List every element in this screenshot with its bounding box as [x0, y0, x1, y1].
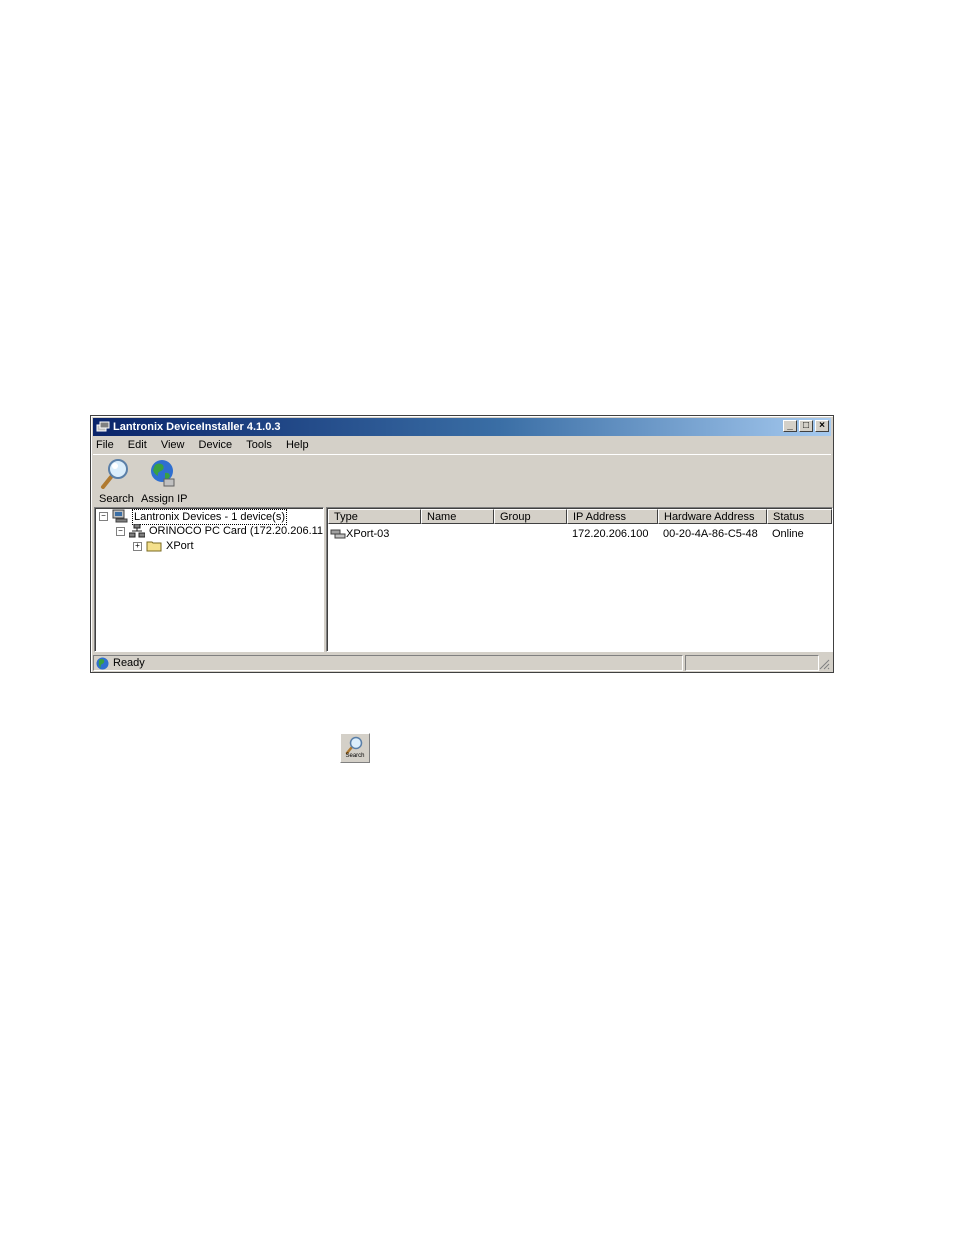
status-panel-main: Ready: [93, 655, 683, 671]
menu-bar: File Edit View Device Tools Help: [95, 437, 319, 453]
close-button[interactable]: ×: [815, 420, 829, 432]
cell-type: XPort-03: [346, 528, 390, 540]
device-installer-window: Lantronix DeviceInstaller 4.1.0.3 _ □ × …: [90, 415, 834, 673]
menu-view[interactable]: View: [160, 439, 186, 451]
search-button-sample-label: Search: [345, 753, 365, 759]
menu-edit[interactable]: Edit: [127, 439, 148, 451]
table-row[interactable]: XPort-03 172.20.206.100 00-20-4A-86-C5-4…: [328, 526, 831, 542]
assign-ip-button[interactable]: Assign IP: [141, 457, 188, 505]
globe-icon: [96, 657, 109, 670]
collapse-icon[interactable]: −: [99, 512, 108, 521]
maximize-button[interactable]: □: [799, 420, 813, 432]
window-title: Lantronix DeviceInstaller 4.1.0.3: [113, 421, 281, 433]
device-tree: − Lantronix Devices - 1 device(s) − ORIN…: [94, 507, 324, 652]
tree-adapter-label: ORINOCO PC Card (172.20.206.110): [149, 525, 324, 537]
network-device-icon: [96, 421, 110, 432]
cell-status: Online: [772, 528, 804, 540]
menu-file[interactable]: File: [95, 439, 115, 451]
status-panel-secondary: [685, 655, 819, 671]
column-status[interactable]: Status: [767, 509, 832, 524]
maximize-icon: □: [802, 420, 810, 431]
status-text: Ready: [113, 657, 145, 669]
device-list: Type Name Group IP Address Hardware Addr…: [326, 507, 833, 652]
tree-folder-label: XPort: [166, 540, 194, 552]
column-name[interactable]: Name: [421, 509, 494, 524]
search-toolbar-button-sample[interactable]: Search: [340, 733, 370, 763]
caption-buttons: _ □ ×: [781, 420, 829, 434]
menu-device[interactable]: Device: [198, 439, 234, 451]
folder-icon: [146, 541, 162, 552]
minimize-icon: _: [787, 420, 793, 431]
globe-icon: [151, 460, 175, 487]
device-icon: [330, 529, 346, 539]
resize-grip-icon[interactable]: [818, 658, 830, 670]
column-ip-address[interactable]: IP Address: [567, 509, 658, 524]
menu-help[interactable]: Help: [285, 439, 310, 451]
cell-ip-address: 172.20.206.100: [572, 528, 649, 540]
tree-root-label: Lantronix Devices - 1 device(s): [132, 509, 288, 525]
column-type[interactable]: Type: [328, 509, 421, 524]
expand-icon[interactable]: +: [133, 542, 142, 551]
collapse-icon[interactable]: −: [116, 527, 125, 536]
column-hardware-address[interactable]: Hardware Address: [658, 509, 767, 524]
search-button-label: Search: [99, 493, 134, 505]
minimize-button[interactable]: _: [783, 420, 797, 432]
assign-ip-button-label: Assign IP: [141, 493, 188, 505]
close-icon: ×: [819, 420, 825, 431]
computer-icon: [112, 509, 128, 523]
column-group[interactable]: Group: [494, 509, 567, 524]
menu-tools[interactable]: Tools: [245, 439, 273, 451]
magnifier-icon: [101, 459, 128, 489]
toolbar: Search Assign IP: [93, 454, 831, 505]
search-button[interactable]: Search: [99, 457, 134, 505]
cell-hardware-address: 00-20-4A-86-C5-48: [663, 528, 758, 540]
title-bar[interactable]: Lantronix DeviceInstaller 4.1.0.3 _ □ ×: [93, 418, 831, 436]
list-header: Type Name Group IP Address Hardware Addr…: [328, 509, 832, 524]
status-bar: Ready: [93, 654, 831, 671]
network-icon: [129, 524, 145, 538]
magnifier-icon: [345, 736, 363, 754]
